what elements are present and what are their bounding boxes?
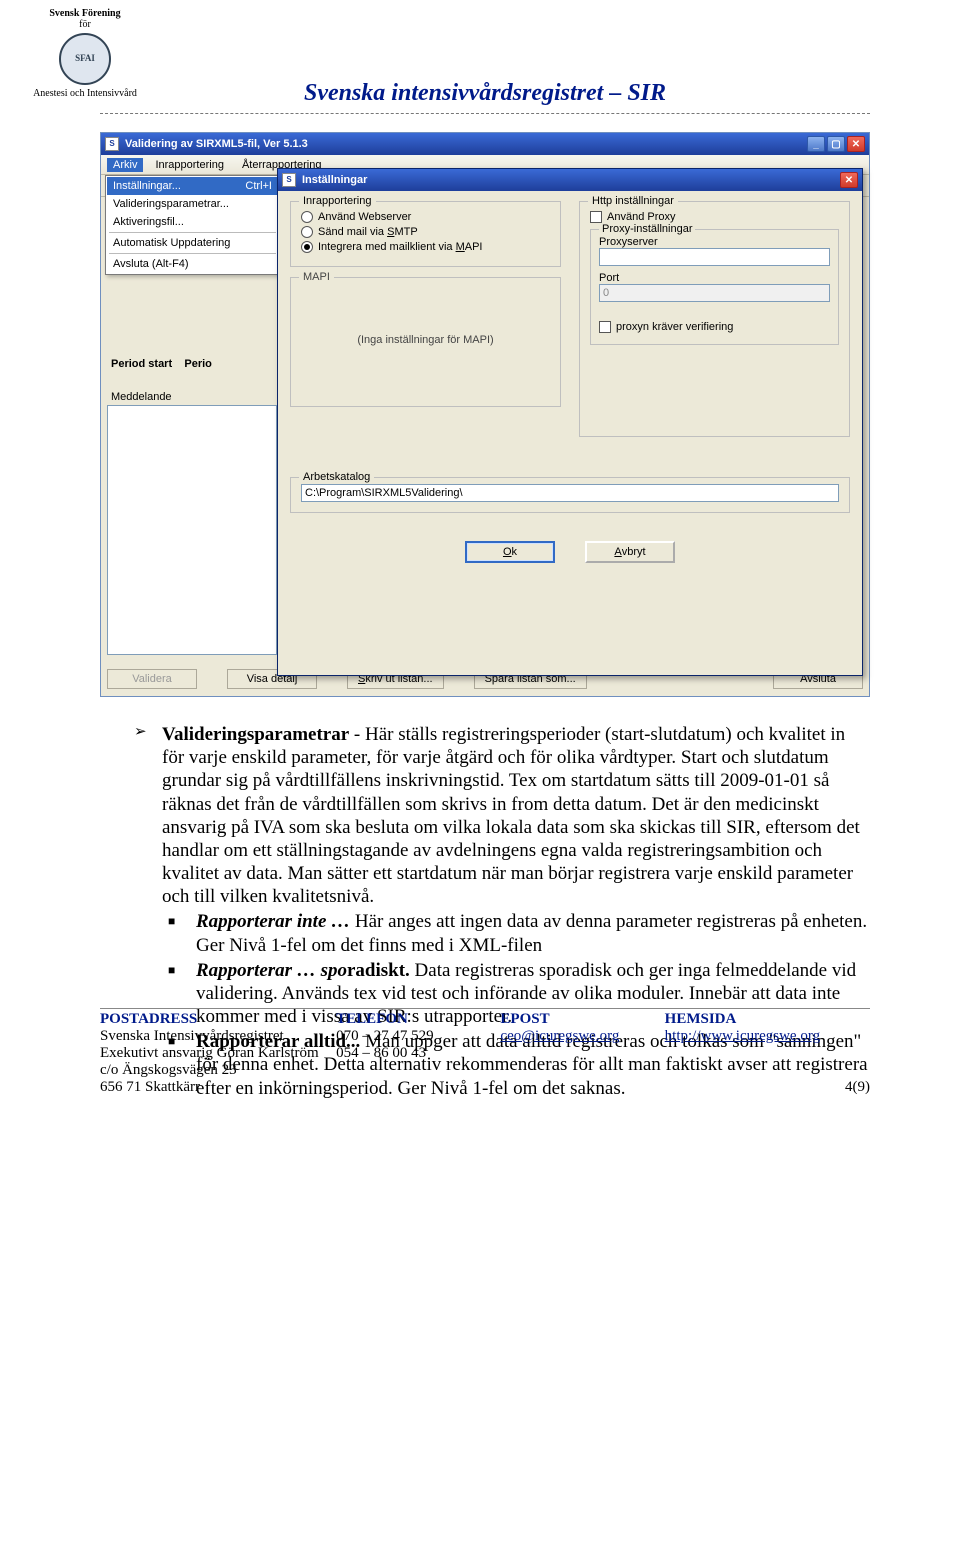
org-line2: för [20,19,150,30]
radio-icon [301,241,313,253]
proxyserver-input[interactable] [599,248,830,266]
footer-divider [100,1008,870,1009]
validera-button[interactable]: Validera [107,669,197,689]
footer-post-l2: Exekutivt ansvarig Göran Karlström [100,1045,336,1062]
main-paragraph: Valideringsparametrar - Här ställs regis… [162,723,870,908]
checkbox-icon [590,211,602,223]
close-button[interactable]: ✕ [847,136,865,152]
org-line3: Anestesi och Intensivvård [20,88,150,99]
proxy-verify-checkbox[interactable]: proxyn kräver verifiering [599,321,830,333]
radio-icon [301,226,313,238]
menu-item-autoupdate[interactable]: Automatisk Uppdatering [107,234,278,252]
dialog-title: Inställningar [302,174,367,186]
list-item-main: ➢ Valideringsparametrar - Här ställs reg… [134,723,870,908]
period-labels: Period start Perio [111,358,212,370]
inrapportering-legend: Inrapportering [299,195,376,207]
page-footer: POSTADRESS Svenska Intensivvårdsregistre… [100,1008,870,1096]
arbetskatalog-input[interactable] [301,484,839,502]
app-titlebar: S Validering av SIRXML5-fil, Ver 5.1.3 _… [101,133,869,155]
menu-arkiv[interactable]: Arkiv [107,158,143,172]
mapi-legend: MAPI [299,271,334,283]
checkbox-icon [599,321,611,333]
footer-post-l4: 656 71 Skattkärr [100,1079,336,1096]
square-bullet-icon: ■ [168,910,196,956]
org-logo: SFAI [59,33,111,85]
arkiv-dropdown: Inställningar... Ctrl+I Valideringsparam… [105,175,280,275]
footer-post-head: POSTADRESS [100,1011,336,1028]
footer-tel-l2: 054 – 86 00 43 [336,1045,500,1062]
app-title: Validering av SIRXML5-fil, Ver 5.1.3 [125,138,308,150]
maximize-button[interactable]: ▢ [827,136,845,152]
footer-hemsida-link[interactable]: http://www.icuregswe.org [665,1028,820,1044]
inrapportering-group: Inrapportering Använd Webserver Sänd mai… [290,201,561,267]
org-line1: Svensk Förening [20,8,150,19]
arbetskatalog-legend: Arbetskatalog [299,471,374,483]
radio-mapi[interactable]: Integrera med mailklient via MAPI [301,241,550,253]
dialog-icon: S [282,173,296,187]
proxy-settings-legend: Proxy-inställningar [599,223,695,235]
footer-hemsida-head: HEMSIDA [665,1011,870,1028]
menu-inrapportering[interactable]: Inrapportering [149,158,230,172]
menu-item-valideringsparametrar[interactable]: Valideringsparametrar... [107,195,278,213]
dialog-close-button[interactable]: ✕ [840,172,858,188]
footer-post-l1: Svenska Intensivvårdsregistret [100,1028,336,1045]
cancel-button[interactable]: Avbryt [585,541,675,563]
chevron-right-icon: ➢ [134,723,162,908]
document-title: Svenska intensivvårdsregistret – SIR [100,80,870,107]
use-proxy-checkbox[interactable]: Använd Proxy [590,211,839,223]
ok-button[interactable]: Ok [465,541,555,563]
header-divider [100,113,870,114]
mapi-group: MAPI (Inga inställningar för MAPI) [290,277,561,407]
menu-item-aktiveringsfil[interactable]: Aktiveringsfil... [107,213,278,231]
http-group: Http inställningar Använd Proxy Proxy-in… [579,201,850,437]
mapi-note: (Inga inställningar för MAPI) [357,334,493,346]
installningar-dialog: S Inställningar ✕ Inrapportering Använd … [277,168,863,676]
arbetskatalog-group: Arbetskatalog [290,477,850,513]
meddelande-label: Meddelande [111,391,172,403]
menu-item-installningar[interactable]: Inställningar... Ctrl+I [107,177,278,195]
port-input[interactable] [599,284,830,302]
minimize-button[interactable]: _ [807,136,825,152]
footer-post-l3: c/o Ängskogsvägen 23 [100,1062,336,1079]
meddelande-listbox[interactable] [107,405,277,655]
footer-tel-head: TELEFON [336,1011,500,1028]
app-icon: S [105,137,119,151]
radio-icon [301,211,313,223]
footer-tel-l1: 070 – 27 47 529 [336,1028,500,1045]
footer-epost-link[interactable]: ceo@icuregswe.org [500,1028,619,1044]
dialog-buttons: Ok Avbryt [290,541,850,563]
app-window: S Validering av SIRXML5-fil, Ver 5.1.3 _… [100,132,870,697]
footer-epost-head: EPOST [500,1011,664,1028]
http-legend: Http inställningar [588,195,678,207]
page-number: 4(9) [845,1079,870,1096]
org-logo-block: Svensk Förening för SFAI Anestesi och In… [20,8,150,99]
menu-item-avsluta[interactable]: Avsluta (Alt-F4) [107,255,278,273]
sub-item-rapporterar-inte: ■ Rapporterar inte … Här anges att ingen… [168,910,870,956]
dialog-titlebar: S Inställningar ✕ [278,169,862,191]
port-label: Port [599,272,830,284]
proxyserver-label: Proxyserver [599,236,830,248]
radio-smtp[interactable]: Sänd mail via SMTP [301,226,550,238]
proxy-settings-group: Proxy-inställningar Proxyserver Port pro… [590,229,839,345]
radio-webserver[interactable]: Använd Webserver [301,211,550,223]
